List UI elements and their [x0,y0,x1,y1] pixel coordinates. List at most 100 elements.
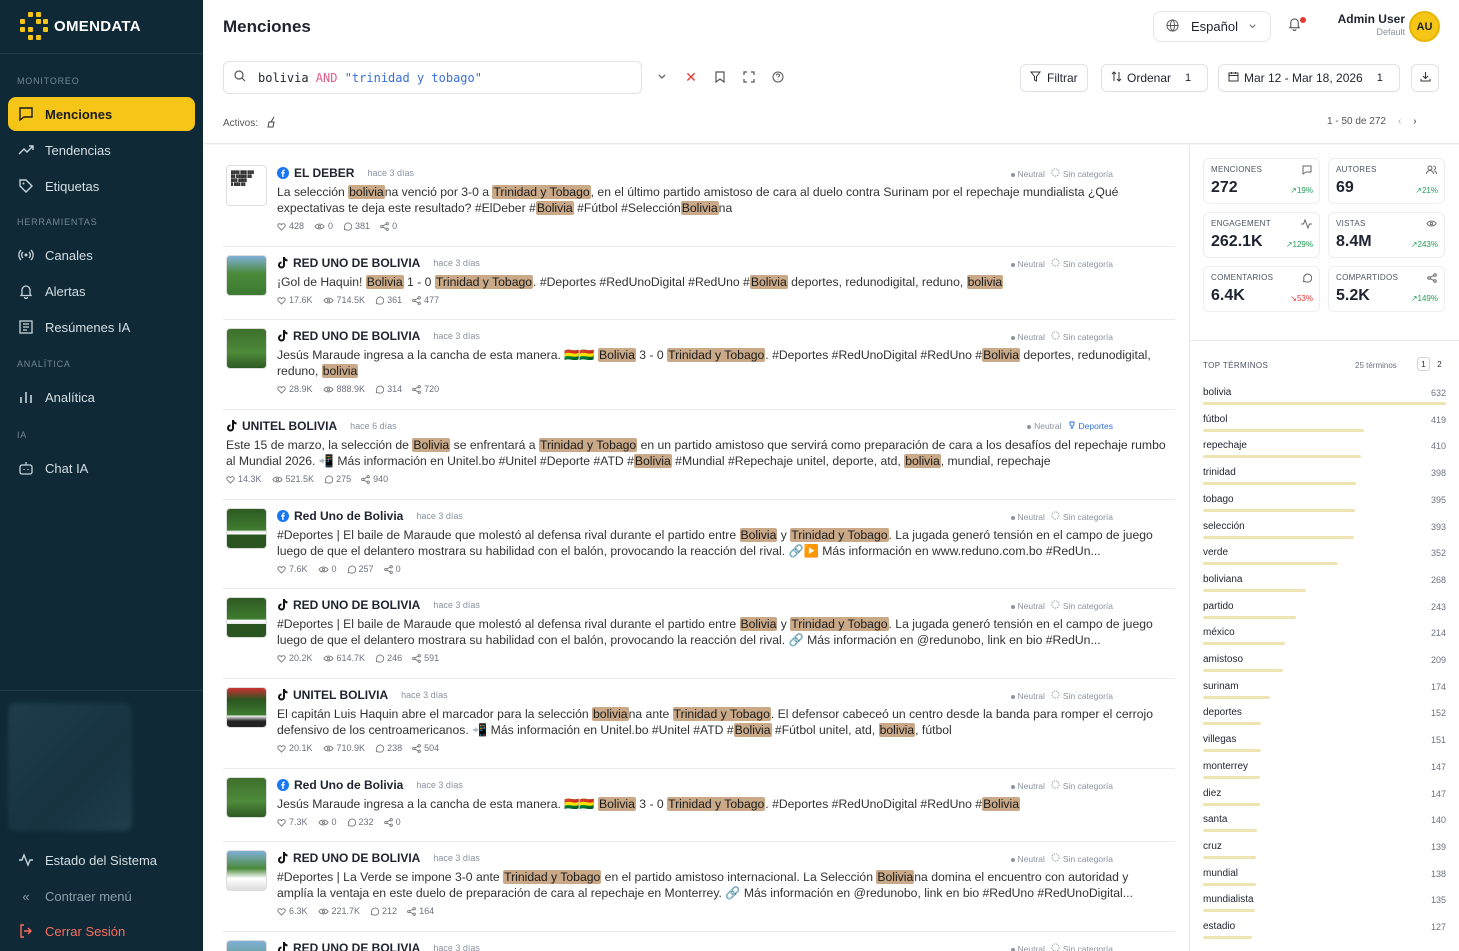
mention-post[interactable]: RED UNO DE BOLIVIA hace 3 días Neutral S… [223,320,1175,410]
post-thumbnail[interactable] [226,940,267,951]
post-thumbnail[interactable] [226,850,267,891]
category-badge[interactable]: Sin categoría [1051,690,1113,701]
filter-button[interactable]: Filtrar [1020,64,1088,92]
top-term-row[interactable]: partido 243 [1203,601,1446,627]
post-author[interactable]: Red Uno de Bolivia [294,509,403,523]
stat-card-autores[interactable]: AUTORES 69 ↗21% [1328,158,1445,204]
top-term-row[interactable]: selección 393 [1203,521,1446,547]
top-term-row[interactable]: monterrey 147 [1203,761,1446,787]
search-input[interactable]: bolivia AND "trinidad y tobago" [223,61,642,94]
sentiment-badge[interactable]: Neutral [1010,512,1045,522]
top-term-row[interactable]: amistoso 209 [1203,654,1446,680]
top-term-row[interactable]: diez 147 [1203,788,1446,814]
sidebar-item-menciones[interactable]: Menciones [8,97,195,131]
sentiment-badge[interactable]: Neutral [1010,854,1045,864]
category-badge[interactable]: Sin categoría [1051,943,1113,951]
post-thumbnail[interactable] [226,328,267,369]
mention-post[interactable]: UNITEL BOLIVIA hace 3 días Neutral Sin c… [223,679,1175,769]
category-badge[interactable]: Sin categoría [1051,331,1113,342]
sidebar-item-canales[interactable]: Canales [8,238,195,272]
logo[interactable]: OMENDATA [0,0,203,54]
mention-post[interactable]: Red Uno de Bolivia hace 3 días Neutral S… [223,500,1175,589]
sentiment-badge[interactable]: Neutral [1010,601,1045,611]
language-select[interactable]: Español [1153,11,1271,42]
mention-post[interactable]: UNITEL BOLIVIA hace 6 días Neutral Depor… [223,410,1175,500]
post-thumbnail[interactable] [226,687,267,728]
sort-button[interactable]: Ordenar 1 [1101,64,1208,92]
mention-post[interactable]: RED UNO DE BOLIVIA hace 3 días Neutral S… [223,589,1175,679]
sidebar-item-resúmenes-ia[interactable]: Resúmenes IA [8,310,195,344]
post-author[interactable]: RED UNO DE BOLIVIA [293,256,420,270]
post-author[interactable]: RED UNO DE BOLIVIA [293,851,420,865]
sidebar-item-alertas[interactable]: Alertas [8,274,195,308]
sidebar-item-analítica[interactable]: Analítica [8,380,195,414]
sentiment-badge[interactable]: Neutral [1010,781,1045,791]
top-term-row[interactable]: santa 140 [1203,814,1446,840]
category-badge[interactable]: Sin categoría [1051,853,1113,864]
stat-card-menciones[interactable]: MENCIONES 272 ↗19% [1203,158,1320,204]
top-terms-page-1[interactable]: 1 [1417,357,1430,371]
stat-card-comentarios[interactable]: COMENTARIOS 6.4K ↘53% [1203,266,1320,312]
category-badge[interactable]: Sin categoría [1051,780,1113,791]
post-author[interactable]: Red Uno de Bolivia [294,778,403,792]
post-author[interactable]: EL DEBER [294,166,354,180]
top-term-row[interactable]: villegas 151 [1203,734,1446,760]
stat-card-vistas[interactable]: VISTAS 8.4M ↗243% [1328,212,1445,258]
sentiment-badge[interactable]: Neutral [1010,169,1045,179]
top-term-row[interactable]: deportes 152 [1203,707,1446,733]
category-badge[interactable]: Deportes [1068,421,1113,431]
help-icon[interactable] [771,70,785,84]
post-author[interactable]: UNITEL BOLIVIA [242,419,337,433]
avatar[interactable]: AU [1409,11,1440,42]
post-author[interactable]: RED UNO DE BOLIVIA [293,329,420,343]
top-terms-page-2[interactable]: 2 [1433,357,1446,371]
user-info[interactable]: Admin User Default [1323,12,1405,37]
top-term-row[interactable]: trinidad 398 [1203,467,1446,493]
top-term-row[interactable]: verde 352 [1203,547,1446,573]
top-term-row[interactable]: cruz 139 [1203,841,1446,867]
top-term-row[interactable]: tobago 395 [1203,494,1446,520]
top-term-row[interactable]: surinam 174 [1203,681,1446,707]
broom-icon[interactable] [266,116,278,131]
sentiment-badge[interactable]: Neutral [1010,259,1045,269]
top-term-row[interactable]: fútbol 419 [1203,414,1446,440]
category-badge[interactable]: Sin categoría [1051,600,1113,611]
download-button[interactable] [1411,64,1439,92]
top-term-row[interactable]: repechaje 410 [1203,440,1446,466]
post-thumbnail[interactable] [226,255,267,296]
collapse-menu-button[interactable]: « Contraer menú [8,879,195,913]
date-range-button[interactable]: Mar 12 - Mar 18, 2026 1 [1218,64,1400,92]
top-term-row[interactable]: mundialista 135 [1203,894,1446,920]
post-thumbnail[interactable] [226,508,267,549]
chevron-left-icon[interactable]: ‹ [1398,116,1401,127]
sidebar-item-etiquetas[interactable]: Etiquetas [8,169,195,203]
top-term-row[interactable]: estadio 127 [1203,921,1446,947]
category-badge[interactable]: Sin categoría [1051,168,1113,179]
top-term-row[interactable]: boliviana 268 [1203,574,1446,600]
category-badge[interactable]: Sin categoría [1051,258,1113,269]
top-term-row[interactable]: méxico 214 [1203,627,1446,653]
chevron-down-icon[interactable] [655,70,669,84]
post-author[interactable]: RED UNO DE BOLIVIA [293,598,420,612]
mention-post[interactable]: RED UNO DE BOLIVIA hace 3 días Neutral S… [223,932,1175,951]
top-term-row[interactable]: bolivia 632 [1203,387,1446,413]
mention-post[interactable]: RED UNO DE BOLIVIA hace 3 días Neutral S… [223,842,1175,932]
sentiment-badge[interactable]: Neutral [1027,421,1062,431]
sidebar-item-chat-ia[interactable]: Chat IA [8,451,195,485]
post-thumbnail[interactable] [226,777,267,818]
stat-card-compartidos[interactable]: COMPARTIDOS 5.2K ↗149% [1328,266,1445,312]
chevron-right-icon[interactable]: › [1413,116,1416,127]
sentiment-badge[interactable]: Neutral [1010,332,1045,342]
top-term-row[interactable]: mundial 138 [1203,868,1446,894]
post-author[interactable]: RED UNO DE BOLIVIA [293,941,420,951]
mention-post[interactable]: RED UNO DE BOLIVIA hace 3 días Neutral S… [223,247,1175,320]
post-author[interactable]: UNITEL BOLIVIA [293,688,388,702]
category-badge[interactable]: Sin categoría [1051,511,1113,522]
expand-icon[interactable] [742,70,756,84]
stat-card-engagement[interactable]: ENGAGEMENT 262.1K ↗129% [1203,212,1320,258]
logout-button[interactable]: Cerrar Sesión [8,914,195,948]
system-status-link[interactable]: Estado del Sistema [8,843,195,877]
sidebar-item-tendencias[interactable]: Tendencias [8,133,195,167]
post-thumbnail[interactable]: ████ ███ ███ ██ █████ ██ ███ ████ █ ███ ██ [226,165,267,206]
clear-icon[interactable]: ✕ [684,69,698,85]
